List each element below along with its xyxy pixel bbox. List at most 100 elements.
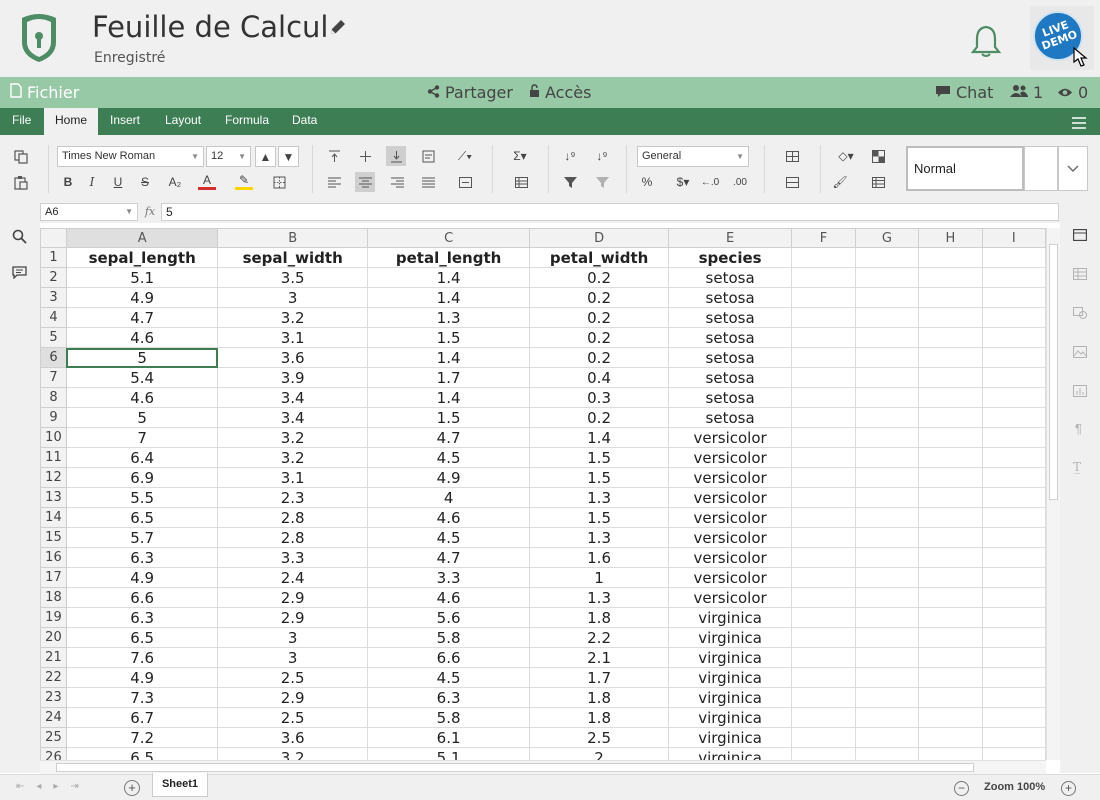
justify-icon[interactable]: [420, 174, 436, 190]
cell[interactable]: [854, 427, 920, 448]
cell[interactable]: [791, 427, 856, 448]
cell[interactable]: virginica: [667, 607, 793, 628]
font-size-select[interactable]: 12 ▼: [206, 146, 251, 167]
cell[interactable]: 5.8: [366, 627, 531, 648]
image-settings-icon[interactable]: [1073, 345, 1087, 363]
cell[interactable]: 5: [65, 407, 219, 428]
tab-data[interactable]: Data: [282, 108, 327, 135]
cell[interactable]: [918, 727, 983, 748]
cell[interactable]: 5.1: [366, 747, 531, 760]
highlight-icon[interactable]: ✎: [235, 172, 253, 190]
cell[interactable]: versicolor: [667, 427, 793, 448]
cell[interactable]: [791, 687, 856, 708]
tab-home[interactable]: Home: [44, 108, 98, 135]
cell[interactable]: virginica: [667, 667, 793, 688]
cell[interactable]: [918, 707, 983, 728]
row-header[interactable]: 19: [40, 607, 67, 628]
cell[interactable]: 3.2: [217, 747, 368, 760]
cell[interactable]: [791, 507, 856, 528]
row-header[interactable]: 10: [40, 427, 67, 448]
cell[interactable]: 2.5: [529, 727, 669, 748]
column-header[interactable]: F: [791, 228, 856, 248]
cell[interactable]: [791, 487, 856, 508]
cell[interactable]: 3.4: [217, 387, 368, 408]
cell[interactable]: [981, 367, 1046, 388]
cell[interactable]: [981, 327, 1046, 348]
shape-settings-icon[interactable]: [1073, 306, 1087, 324]
clear-filter-icon[interactable]: [594, 174, 610, 190]
cell[interactable]: [854, 587, 920, 608]
insert-cells-icon[interactable]: [778, 148, 806, 164]
row-header[interactable]: 16: [40, 547, 67, 568]
table-settings-icon[interactable]: [1073, 267, 1087, 285]
cell[interactable]: [791, 367, 856, 388]
cell[interactable]: [918, 367, 983, 388]
cell[interactable]: 4.6: [65, 387, 219, 408]
cell[interactable]: 0.2: [529, 347, 669, 368]
cell[interactable]: [981, 467, 1046, 488]
merge-cells-icon[interactable]: [452, 174, 478, 190]
vertical-scrollbar[interactable]: [1046, 228, 1060, 760]
cell[interactable]: [791, 747, 856, 760]
row-header[interactable]: 5: [40, 327, 67, 348]
cell[interactable]: setosa: [667, 307, 793, 328]
cell[interactable]: 1.8: [529, 607, 669, 628]
select-all-corner[interactable]: [40, 228, 67, 248]
cell[interactable]: 0.3: [529, 387, 669, 408]
increase-font-icon[interactable]: ▲: [255, 146, 276, 167]
cell[interactable]: [854, 647, 920, 668]
cell[interactable]: 2.3: [217, 487, 368, 508]
cell[interactable]: 6.6: [366, 647, 531, 668]
cell[interactable]: [791, 407, 856, 428]
cell[interactable]: 6.7: [65, 707, 219, 728]
cell[interactable]: 1.7: [529, 667, 669, 688]
cell[interactable]: 1.5: [529, 467, 669, 488]
cell[interactable]: [918, 507, 983, 528]
cell[interactable]: [918, 687, 983, 708]
cell[interactable]: [791, 667, 856, 688]
cell[interactable]: 3.3: [366, 567, 531, 588]
cell[interactable]: [791, 527, 856, 548]
cell[interactable]: 6.3: [366, 687, 531, 708]
cell[interactable]: [791, 727, 856, 748]
cell[interactable]: [918, 467, 983, 488]
cell[interactable]: [854, 447, 920, 468]
cell[interactable]: 4: [366, 487, 531, 508]
align-right-icon[interactable]: [389, 174, 405, 190]
row-header[interactable]: 13: [40, 487, 67, 508]
column-header[interactable]: G: [854, 228, 920, 248]
cell[interactable]: 6.3: [65, 547, 219, 568]
cell[interactable]: 4.6: [366, 587, 531, 608]
cell[interactable]: setosa: [667, 387, 793, 408]
cell[interactable]: [791, 627, 856, 648]
strikethrough-button[interactable]: S: [137, 174, 153, 190]
row-header[interactable]: 26: [40, 747, 67, 760]
horizontal-scrollbar[interactable]: [40, 760, 1046, 774]
tab-insert[interactable]: Insert: [100, 108, 150, 135]
search-icon[interactable]: [12, 229, 27, 249]
cell[interactable]: [918, 747, 983, 760]
cell[interactable]: versicolor: [667, 547, 793, 568]
horizontal-scroll-thumb[interactable]: [56, 763, 974, 772]
bell-icon[interactable]: [970, 24, 1002, 58]
cell[interactable]: 2.4: [217, 567, 368, 588]
cell[interactable]: 1.5: [529, 447, 669, 468]
comment-icon[interactable]: [12, 266, 27, 284]
cell[interactable]: [791, 247, 856, 268]
cell[interactable]: [854, 327, 920, 348]
cell[interactable]: [918, 627, 983, 648]
cell[interactable]: [791, 467, 856, 488]
share-button[interactable]: Partager: [427, 83, 513, 102]
bold-button[interactable]: B: [60, 174, 76, 190]
cell[interactable]: [854, 247, 920, 268]
borders-icon[interactable]: [271, 174, 287, 190]
cell[interactable]: [854, 287, 920, 308]
cell[interactable]: [981, 607, 1046, 628]
column-header[interactable]: A: [65, 228, 219, 248]
table-format-icon[interactable]: [507, 174, 535, 190]
cell[interactable]: 4.5: [366, 667, 531, 688]
cell[interactable]: [981, 447, 1046, 468]
cell[interactable]: 3: [217, 627, 368, 648]
column-header[interactable]: H: [918, 228, 983, 248]
cell[interactable]: versicolor: [667, 507, 793, 528]
